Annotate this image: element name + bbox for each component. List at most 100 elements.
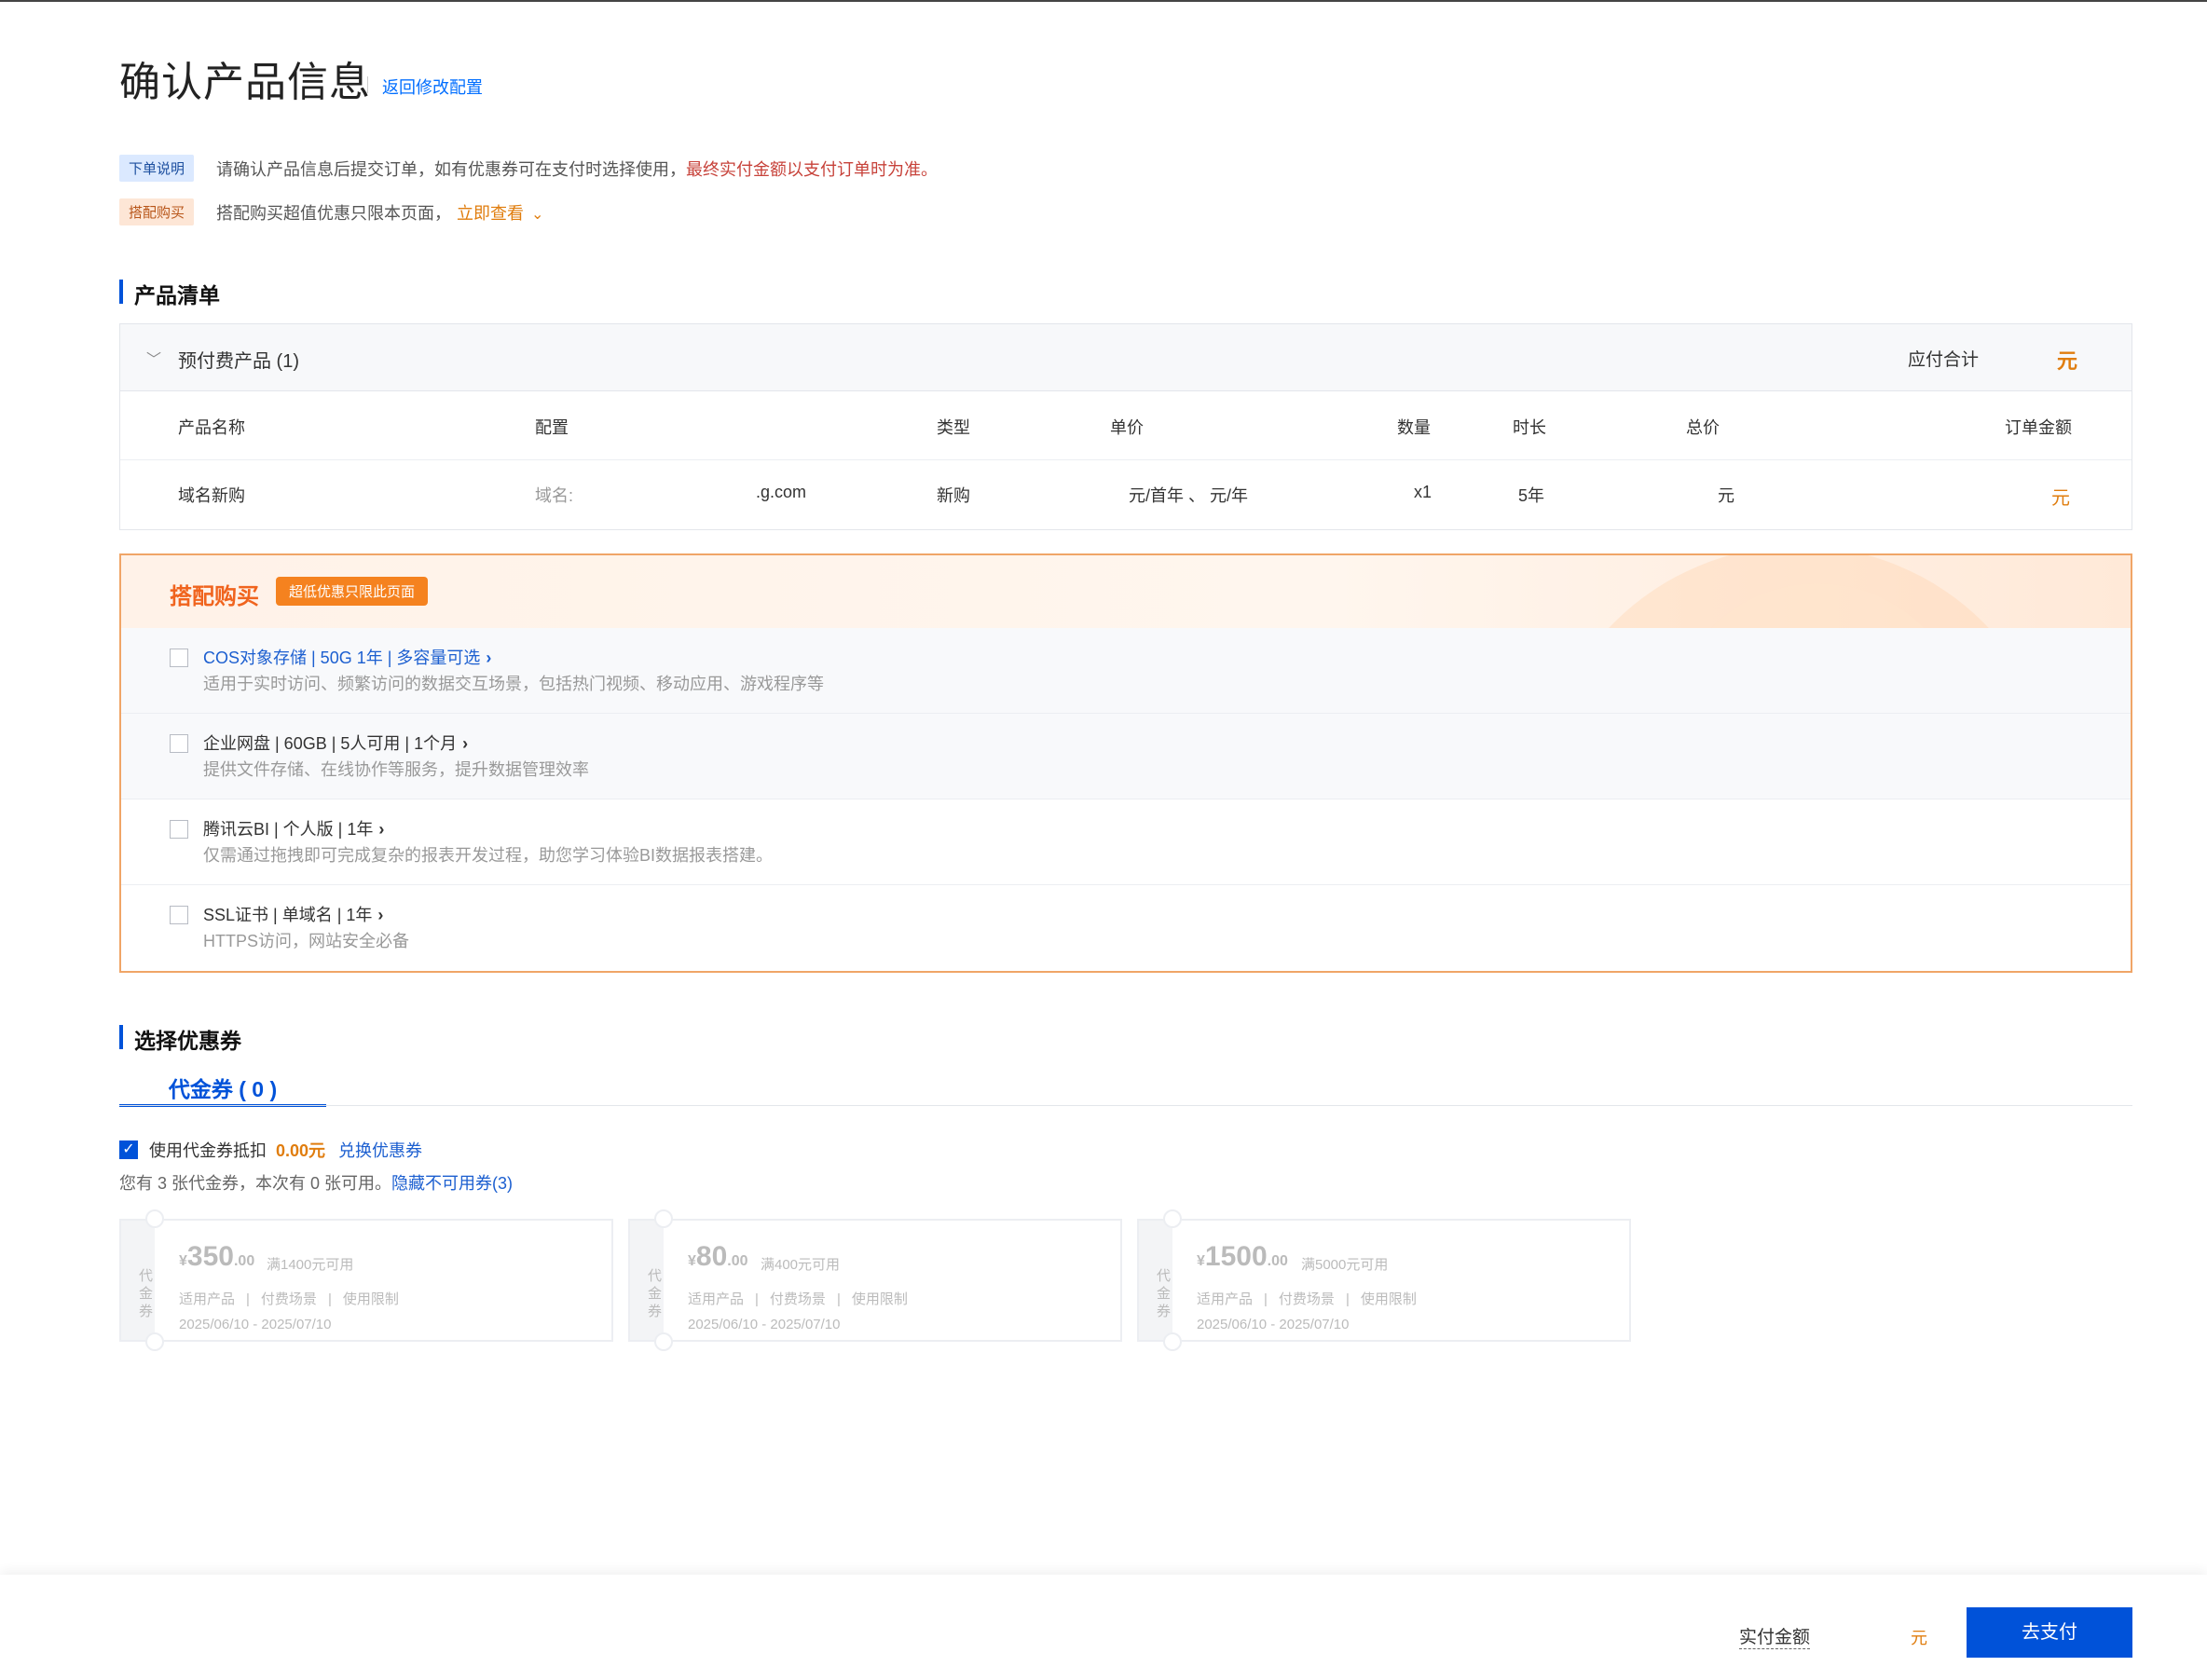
voucher-info: 您有 3 张代金券，本次有 0 张可用。隐藏不可用券(3) [119,1170,513,1195]
col-config: 配置 [535,418,569,437]
product-table: ﹀ 预付费产品 (1) 应付合计 元 产品名称 配置 类型 单价 数量 时长 总… [119,323,2132,530]
voucher-meta: 适用产品 | 付费场景 | 使用限制 [179,1291,399,1307]
bundle-item-checkbox[interactable] [170,649,188,667]
bundle-item-title[interactable]: COS对象存储 | 50G 1年 | 多容量可选 › [203,645,491,669]
voucher-notch [145,1332,164,1351]
voucher-notch [1163,1332,1182,1351]
voucher-notch [1163,1209,1182,1228]
bundle-item-bi: 腾讯云BI | 个人版 | 1年 › 仅需通过拖拽即可完成复杂的报表开发过程，助您… [121,799,2131,885]
col-duration: 时长 [1513,418,1546,437]
voucher-condition: 满400元可用 [761,1257,841,1273]
cell-product-name: 域名新购 [178,486,245,505]
voucher-meta-products: 适用产品 [1197,1291,1254,1307]
bundle-item-desc: HTTPS访问，网站安全必备 [203,932,410,950]
cell-quantity: x1 [1414,483,1432,501]
bundle-item-checkbox[interactable] [170,820,188,839]
voucher-meta-products: 适用产品 [688,1291,745,1307]
bundle-notice-text: 搭配购买超值优惠只限本页面， [216,203,452,223]
voucher-meta-limits: 使用限制 [342,1291,399,1307]
bundle-item-title[interactable]: 腾讯云BI | 个人版 | 1年 › [203,816,384,840]
view-now-label: 立即查看 [457,203,525,223]
cell-order-amount: 元 [2051,488,2070,509]
voucher-amount: ¥350.00 [179,1241,254,1273]
yen-sign: ¥ [1197,1253,1205,1269]
bundle-item-checkbox[interactable] [170,734,188,753]
col-order-amount: 订单金额 [2005,418,2072,437]
view-now-link[interactable]: 立即查看 ⌄ [457,200,543,225]
voucher-date: 2025/06/10 - 2025/07/10 [179,1317,332,1332]
exchange-coupon-link[interactable]: 兑换优惠券 [338,1138,422,1162]
bundle-item-checkbox[interactable] [170,906,188,924]
bundle-item-title[interactable]: SSL证书 | 单域名 | 1年 › [203,902,383,926]
yen-sign: ¥ [179,1253,187,1269]
back-to-config-link[interactable]: 返回修改配置 [382,75,483,99]
chevron-right-icon: › [378,820,385,839]
voucher-side-label: 代金券 [1139,1221,1172,1340]
order-notice-text: 请确认产品信息后提交订单，如有优惠券可在支付时选择使用， [216,159,687,179]
cell-config-label: 域名: [535,486,574,505]
tab-underline-divider [119,1105,2132,1106]
cell-total: 元 [1718,486,1734,505]
voucher-meta-scenario: 付费场景 [260,1291,317,1307]
voucher-amount: ¥80.00 [688,1241,748,1273]
voucher-date: 2025/06/10 - 2025/07/10 [1197,1317,1350,1332]
voucher-amount-int: 1500 [1204,1241,1268,1272]
voucher-amount-int: 80 [695,1241,728,1272]
voucher-notch [654,1332,673,1351]
voucher-meta-products: 适用产品 [179,1291,236,1307]
bundle-item-cos: COS对象存储 | 50G 1年 | 多容量可选 › 适用于实时访问、频繁访问的数… [121,628,2131,714]
cell-unit-price: 元/首年 、 元/年 [1129,486,1249,505]
bundle-item-ssl: SSL证书 | 单域名 | 1年 › HTTPS访问，网站安全必备 [121,885,2131,971]
bundle-item-title-text: 企业网盘 | 60GB | 5人可用 | 1个月 [203,734,458,753]
use-voucher-amount: 0.00元 [276,1141,326,1160]
voucher-meta-scenario: 付费场景 [769,1291,826,1307]
actual-payment-label[interactable]: 实付金额 [1739,1623,1811,1649]
bundle-notice: 搭配购买 搭配购买超值优惠只限本页面， 立即查看 ⌄ [119,198,543,225]
voucher-meta-limits: 使用限制 [851,1291,908,1307]
voucher-meta-limits: 使用限制 [1360,1291,1417,1307]
use-voucher-checkbox[interactable]: ✓ [119,1140,138,1159]
page-title: 确认产品信息 [119,60,371,105]
payment-footer: 实付金额 元 去支付 [0,1575,2207,1680]
voucher-notch [654,1209,673,1228]
voucher-card[interactable]: 代金券 ¥80.00 满400元可用 适用产品 | 付费场景 | 使用限制 2025/0… [628,1209,1122,1351]
voucher-meta: 适用产品 | 付费场景 | 使用限制 [1197,1291,1417,1307]
hide-unavailable-link[interactable]: 隐藏不可用券(3) [391,1174,513,1193]
voucher-amount-dec: .00 [233,1253,255,1269]
yen-sign: ¥ [688,1253,696,1269]
voucher-amount: ¥1500.00 [1197,1241,1288,1273]
product-list-title: 产品清单 [119,278,220,309]
voucher-date: 2025/06/10 - 2025/07/10 [688,1317,841,1332]
voucher-condition: 满1400元可用 [267,1257,354,1273]
voucher-card[interactable]: 代金券 ¥350.00 满1400元可用 适用产品 | 付费场景 | 使用限制 2025… [119,1209,613,1351]
use-voucher-row: ✓ 使用代金券抵扣 0.00元 兑换优惠券 [119,1138,422,1162]
pay-button[interactable]: 去支付 [1967,1607,2132,1658]
product-group-label: 预付费产品 (1) [178,351,299,372]
voucher-amount-dec: .00 [727,1253,748,1269]
voucher-side-label: 代金券 [121,1221,155,1340]
chevron-right-icon: › [377,906,384,924]
cell-config-value: .g.com [756,483,807,501]
due-total-label: 应付合计 [1908,350,1980,370]
voucher-info-text: 您有 3 张代金券，本次有 0 张可用。 [119,1174,392,1193]
bundle-item-title-text: COS对象存储 | 50G 1年 | 多容量可选 [203,649,481,667]
bundle-badge: 超低优惠只限此页面 [276,577,429,606]
col-type: 类型 [937,418,970,437]
due-total-value: 元 [2057,349,2078,373]
col-unit-price: 单价 [1110,418,1144,437]
voucher-meta: 适用产品 | 付费场景 | 使用限制 [688,1291,908,1307]
chevron-down-icon[interactable]: ﹀ [146,347,161,369]
voucher-card[interactable]: 代金券 ¥1500.00 满5000元可用 适用产品 | 付费场景 | 使用限制 202… [1137,1209,1631,1351]
col-total: 总价 [1686,418,1720,437]
bundle-item-desc: 适用于实时访问、频繁访问的数据交互场景，包括热门视频、移动应用、游戏程序等 [203,675,824,693]
bundle-notice-tag: 搭配购买 [119,198,195,225]
voucher-amount-int: 350 [186,1241,234,1272]
product-group-header: ﹀ 预付费产品 (1) 应付合计 元 [120,324,2132,391]
bundle-item-title-text: 腾讯云BI | 个人版 | 1年 [203,820,374,839]
bundle-purchase-panel: 搭配购买 超低优惠只限此页面 COS对象存储 | 50G 1年 | 多容量可选 ›… [119,553,2132,973]
bundle-item-title[interactable]: 企业网盘 | 60GB | 5人可用 | 1个月 › [203,731,468,755]
top-border [0,0,2207,2]
bundle-item-netdisk: 企业网盘 | 60GB | 5人可用 | 1个月 › 提供文件存储、在线协作等服务… [121,714,2131,799]
tab-vouchers[interactable]: 代金券 ( 0 ) [119,1072,326,1107]
order-notice-warning: 最终实付金额以支付订单时为准。 [686,159,939,179]
